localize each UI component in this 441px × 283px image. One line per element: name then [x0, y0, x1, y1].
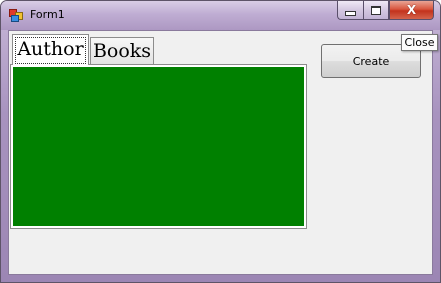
- create-button-label: Create: [352, 54, 390, 68]
- maximize-icon: [371, 5, 381, 15]
- tab-page-author: [10, 64, 307, 229]
- close-tooltip: Close: [401, 34, 438, 51]
- close-icon: X: [406, 3, 417, 17]
- title-bar[interactable]: Form1 X: [1, 1, 440, 30]
- window-title: Form1: [30, 8, 65, 21]
- tab-books[interactable]: Books: [90, 37, 154, 64]
- close-tooltip-text: Close: [404, 36, 435, 49]
- app-form-icon[interactable]: [9, 9, 23, 22]
- form-client-area: Author Books Create: [8, 30, 433, 275]
- app-window: Form1 X Author Books Create Close: [0, 0, 441, 283]
- maximize-button[interactable]: [363, 1, 389, 20]
- green-panel: [13, 67, 304, 226]
- focus-rectangle: [15, 37, 86, 64]
- minimize-icon: [345, 10, 356, 16]
- caption-buttons: X: [337, 1, 434, 21]
- tab-books-label: Books: [92, 40, 152, 62]
- close-button[interactable]: X: [389, 1, 434, 20]
- minimize-button[interactable]: [337, 1, 363, 20]
- tab-author[interactable]: Author: [12, 34, 89, 65]
